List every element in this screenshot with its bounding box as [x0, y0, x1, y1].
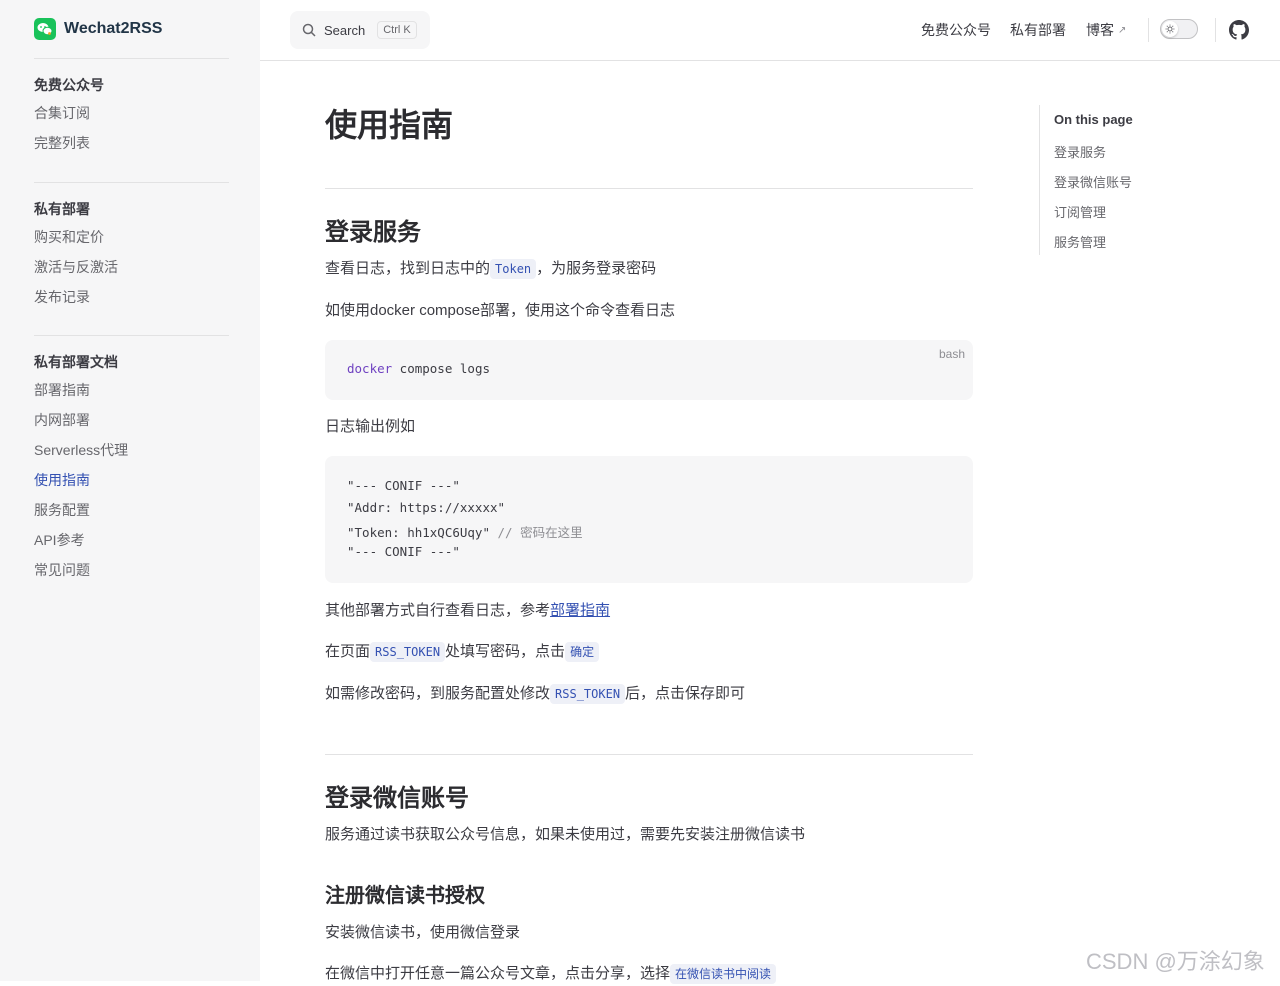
toc-item-service-management[interactable]: 服务管理 — [1054, 232, 1106, 251]
on-this-page-toc: On this page 登录服务 登录微信账号 订阅管理 服务管理 — [1039, 105, 1240, 255]
sun-icon — [1162, 21, 1178, 37]
sidebar-item-pricing[interactable]: 购买和定价 — [34, 228, 229, 258]
code-lang-label: bash — [938, 347, 965, 361]
heading-register-wechat-read: 注册微信读书授权 — [325, 885, 485, 907]
code-block-log: "--- CONIF ---" "Addr: https://xxxxx" "T… — [325, 456, 973, 583]
wechat-rss-logo-icon — [34, 18, 56, 40]
paragraph: 查看日志，找到日志中的 Token ，为服务登录密码 — [325, 257, 656, 281]
paragraph: 在微信中打开任意一篇公众号文章，点击分享，选择 在微信读书中阅读 — [325, 962, 777, 986]
code-line: "Addr: https://xxxxx" — [347, 500, 505, 515]
paragraph: 如使用docker compose部署，使用这个命令查看日志 — [325, 302, 676, 319]
page-title: 使用指南 — [325, 107, 454, 143]
text: 后，点击保存即可 — [625, 685, 746, 702]
sidebar-group-title: 私有部署 — [34, 201, 90, 217]
deploy-guide-link[interactable]: 部署指南 — [550, 602, 610, 619]
text: 其他部署方式自行查看日志，参考 — [325, 602, 551, 619]
nav-private-deploy[interactable]: 私有部署 — [1010, 0, 1066, 60]
code-line: docker compose logs — [347, 361, 490, 376]
sidebar-item-collection[interactable]: 合集订阅 — [34, 104, 229, 134]
search-button[interactable]: Search Ctrl K — [290, 11, 430, 49]
toc-item-login-service[interactable]: 登录服务 — [1054, 142, 1106, 161]
nav-label: 博客 — [1086, 22, 1114, 38]
search-shortcut: Ctrl K — [377, 21, 417, 39]
search-label: Search — [324, 22, 366, 38]
code-token: compose logs — [392, 361, 490, 376]
sidebar-item-intranet[interactable]: 内网部署 — [34, 411, 229, 441]
text: 查看日志，找到日志中的 — [325, 260, 491, 277]
paragraph: 在页面 RSS_TOKEN 处填写密码，点击 确定 — [325, 640, 600, 664]
code-token: docker — [347, 361, 393, 376]
sidebar-group-title: 私有部署文档 — [34, 354, 118, 370]
sidebar-item-usage-guide[interactable]: 使用指南 — [34, 471, 229, 501]
sidebar-group-private: 私有部署 购买和定价 激活与反激活 发布记录 — [34, 182, 229, 318]
sidebar-item-faq[interactable]: 常见问题 — [34, 561, 229, 591]
text: 如需修改密码，到服务配置处修改 — [325, 685, 551, 702]
heading-login-wechat: 登录微信账号 — [325, 785, 469, 812]
sidebar-item-serverless[interactable]: Serverless代理 — [34, 441, 229, 471]
heading-login-service: 登录服务 — [325, 219, 421, 246]
text: 在微信中打开任意一篇公众号文章，点击分享，选择 — [325, 965, 671, 982]
paragraph: 安装微信读书，使用微信登录 — [325, 924, 521, 941]
theme-toggle[interactable] — [1160, 19, 1198, 39]
paragraph: 服务通过读书获取公众号信息，如果未使用过，需要先安装注册微信读书 — [325, 826, 806, 843]
code-token: "--- CONIF ---" — [347, 544, 460, 559]
nav-free-accounts[interactable]: 免费公众号 — [921, 0, 991, 60]
paragraph: 如需修改密码，到服务配置处修改 RSS_TOKEN 后，点击保存即可 — [325, 682, 745, 706]
sidebar-divider — [34, 58, 229, 59]
inline-code: Token — [490, 259, 537, 279]
sidebar-group-free: 免费公众号 合集订阅 完整列表 — [34, 58, 229, 164]
paragraph: 其他部署方式自行查看日志，参考部署指南 — [325, 599, 610, 623]
nav-divider — [1148, 18, 1149, 42]
sidebar-item-releases[interactable]: 发布记录 — [34, 288, 229, 318]
code-comment: // 密码在这里 — [490, 525, 583, 540]
search-icon — [302, 23, 316, 37]
inline-code: RSS_TOKEN — [550, 684, 626, 704]
sidebar-divider — [34, 335, 229, 336]
code-line: "--- CONIF ---" — [347, 478, 460, 493]
sidebar-item-deploy-guide[interactable]: 部署指南 — [34, 381, 229, 411]
code-token: "Addr: https://xxxxx" — [347, 500, 506, 515]
sidebar-item-api[interactable]: API参考 — [34, 531, 229, 561]
section-divider — [325, 754, 973, 755]
code-line: "Token: hh1xQC6Uqy" // 密码在这里 — [347, 522, 583, 541]
nav-divider — [1215, 18, 1216, 42]
toc-item-subscription[interactable]: 订阅管理 — [1054, 202, 1106, 221]
inline-code: 确定 — [565, 642, 600, 662]
top-navbar: Search Ctrl K 免费公众号 私有部署 博客 ↗ — [260, 0, 1280, 61]
sidebar: Wechat2RSS 免费公众号 合集订阅 完整列表 私有部署 购买和定价 激活… — [0, 0, 260, 981]
code-line: "--- CONIF ---" — [347, 544, 460, 559]
github-icon[interactable] — [1229, 20, 1249, 40]
sidebar-item-full-list[interactable]: 完整列表 — [34, 134, 229, 164]
toc-title: On this page — [1054, 112, 1133, 127]
app-name: Wechat2RSS — [64, 20, 163, 37]
section-divider — [325, 188, 973, 189]
nav-label: 私有部署 — [1010, 22, 1066, 38]
sidebar-group-title: 免费公众号 — [34, 77, 104, 93]
sidebar-item-config[interactable]: 服务配置 — [34, 501, 229, 531]
code-block-bash: bash docker compose logs — [325, 340, 973, 400]
toc-item-login-wechat[interactable]: 登录微信账号 — [1054, 172, 1132, 191]
inline-code: 在微信读书中阅读 — [670, 964, 777, 984]
nav-label: 免费公众号 — [921, 22, 991, 38]
sidebar-item-activation[interactable]: 激活与反激活 — [34, 258, 229, 288]
paragraph: 日志输出例如 — [325, 418, 416, 435]
watermark: CSDN @万涂幻象 — [1086, 949, 1265, 974]
text: 处填写密码，点击 — [445, 643, 566, 660]
code-token: "Token: hh1xQC6Uqy" — [347, 525, 490, 540]
text: 在页面 — [325, 643, 371, 660]
nav-blog[interactable]: 博客 ↗ — [1086, 0, 1126, 60]
text: ，为服务登录密码 — [536, 260, 657, 277]
sidebar-divider — [34, 182, 229, 183]
code-token: "--- CONIF ---" — [347, 478, 460, 493]
logo[interactable]: Wechat2RSS — [34, 18, 162, 40]
sidebar-group-docs: 私有部署文档 部署指南 内网部署 Serverless代理 使用指南 服务配置 … — [34, 335, 229, 591]
external-link-icon: ↗ — [1118, 24, 1127, 36]
inline-code: RSS_TOKEN — [370, 642, 446, 662]
